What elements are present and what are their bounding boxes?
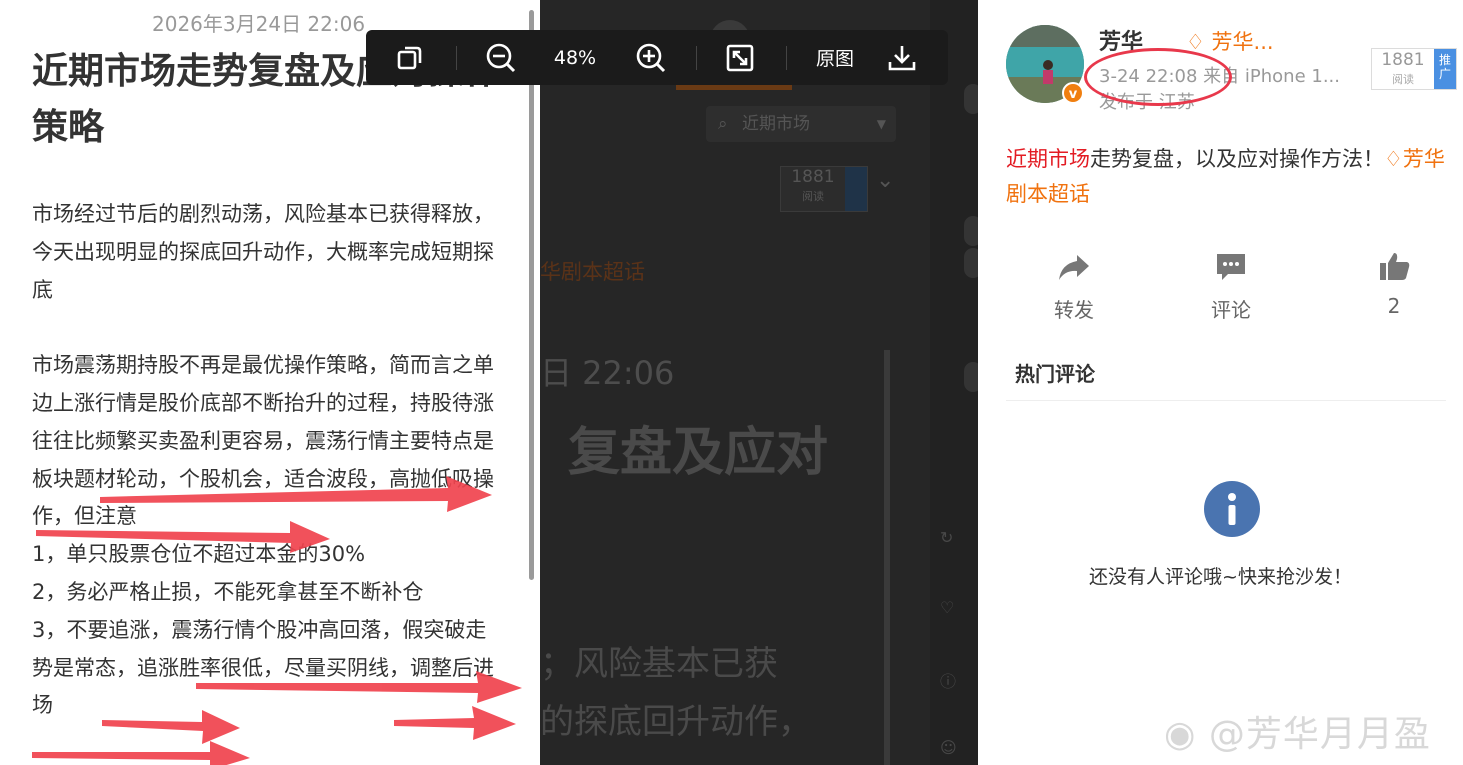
dimmed-avatar (964, 362, 978, 392)
thumbs-up-icon (1380, 253, 1410, 280)
topic-link[interactable]: 近期市场 (1006, 147, 1090, 171)
empty-comments-message: 还没有人评论哦~快来抢沙发！ (1089, 566, 1352, 588)
repost-button[interactable]: 转发 (1034, 250, 1114, 323)
user-icon: ☺ (940, 738, 957, 757)
promo-button[interactable]: 推广 (1434, 49, 1456, 89)
dimmed-avatar (964, 248, 978, 278)
info-icon: ⓘ (940, 672, 957, 691)
comment-label: 评论 (1211, 298, 1251, 322)
zoom-out-button[interactable] (482, 30, 520, 85)
annotation-circle (1084, 48, 1232, 106)
dimmed-avatar (964, 84, 978, 114)
watermark-text: @芳华月月盈 (1208, 714, 1431, 755)
weibo-logo-icon: ◉ (1164, 714, 1197, 755)
search-icon: ⌕ (718, 114, 728, 134)
post-detail-panel: v 芳华 ♢ 芳华... 3-24 22:08 来自 iPhone 1... 发… (978, 0, 1463, 765)
zoom-level: 48% (553, 46, 597, 69)
original-image-button[interactable]: 原图 (810, 30, 860, 85)
read-count: 1881 (791, 167, 835, 187)
download-button[interactable] (884, 30, 920, 85)
dimmed-scrollbar (884, 350, 890, 765)
annotation-arrow (100, 476, 492, 512)
refresh-icon: ↻ (940, 528, 954, 547)
info-glyph (1228, 493, 1236, 525)
dimmed-body: ；风险基本已获 (540, 644, 778, 684)
annotation-arrow (196, 671, 522, 703)
annotation-arrow (102, 710, 240, 744)
post-text: 走势复盘，以及应对操作方法！ (1090, 147, 1384, 171)
annotation-arrow (36, 521, 330, 553)
info-icon (1204, 481, 1260, 537)
annotation-arrows (32, 476, 522, 765)
hot-comments-title: 热门评论 (1015, 362, 1095, 386)
zoom-in-button[interactable] (632, 30, 670, 85)
toolbar-divider (696, 46, 697, 70)
toolbar-divider (786, 46, 787, 70)
expand-icon (726, 44, 754, 71)
dimmed-topic: 华剧本超话 (540, 260, 645, 284)
read-label: 阅读 (802, 190, 824, 203)
like-count: 2 (1387, 294, 1401, 318)
dimmed-background[interactable]: ⌕ 近期市场 ▼ 1881 阅读 ⌄ 华剧本超话 日 22:06 复盘及应对 ；… (540, 0, 978, 765)
like-button[interactable]: 2 (1354, 250, 1434, 318)
read-label: 阅读 (1392, 73, 1414, 86)
caret-down-icon: ▼ (876, 117, 886, 131)
super-topic-label: 芳华... (1211, 30, 1274, 54)
repost-icon (1059, 255, 1089, 280)
dimmed-body: 的探底回升动作， (540, 702, 812, 742)
download-icon (888, 45, 916, 70)
super-topic-link[interactable]: ♢ 芳华... (1186, 26, 1274, 56)
watermark: ◉ @芳华月月盈 (1164, 705, 1431, 757)
search-text: 近期市场 (742, 114, 810, 134)
zoom-out-icon (486, 43, 516, 72)
comment-button[interactable]: 评论 (1191, 250, 1271, 323)
repost-label: 转发 (1054, 298, 1094, 322)
post-content: 近期市场走势复盘，以及应对操作方法！♢芳华剧本超话 (1006, 142, 1446, 212)
chevron-down-icon: ⌄ (876, 168, 895, 193)
annotation-arrow (32, 741, 250, 765)
promo-tag (845, 167, 867, 211)
rotate-icon (397, 46, 422, 69)
image-toolbar: 48% 原图 (366, 30, 948, 85)
diamond-icon: ♢ (1384, 147, 1403, 171)
toolbar-divider (456, 46, 457, 70)
dimmed-title: 复盘及应对 (568, 423, 829, 483)
search-input: ⌕ 近期市场 ▼ (706, 106, 896, 142)
comment-icon (1217, 254, 1245, 280)
divider (1006, 400, 1446, 401)
read-count-badge[interactable]: 1881 阅读 推广 (1371, 48, 1457, 90)
heart-icon: ♡ (940, 598, 955, 617)
zoom-in-icon (636, 43, 666, 72)
rotate-button[interactable] (392, 30, 428, 85)
read-count: 1881 (1381, 50, 1425, 70)
image-viewer-content: 2026年3月24日 22:06 近期市场走势复盘及应对操作策略 市场经过节后的… (0, 0, 540, 765)
verified-badge: v (1062, 82, 1084, 104)
dimmed-date: 日 22:06 (540, 354, 675, 392)
dimmed-avatar (964, 216, 978, 246)
read-count-badge-dim: 1881 阅读 (780, 166, 868, 212)
annotation-arrow (394, 706, 516, 740)
fit-screen-button[interactable] (722, 30, 758, 85)
